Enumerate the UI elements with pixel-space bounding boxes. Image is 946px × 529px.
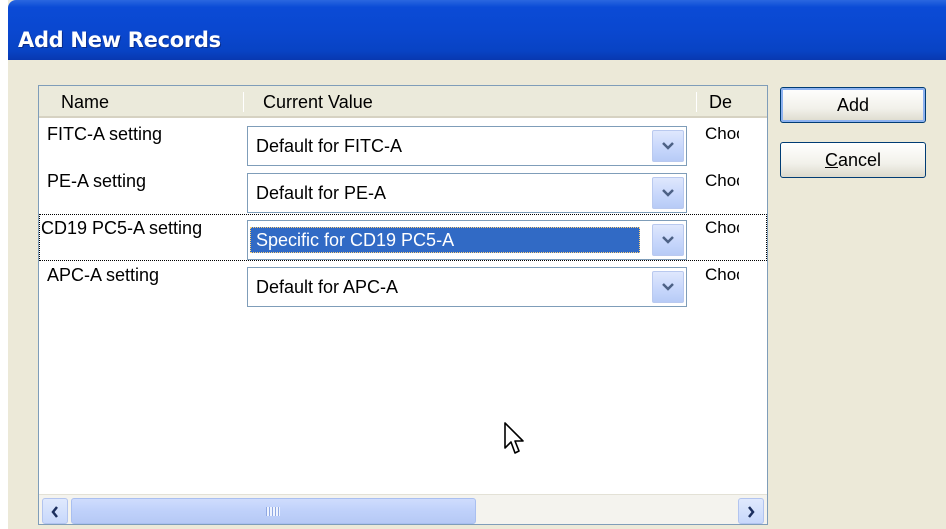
list-item-selected[interactable]: CD19 PC5-A setting Specific for CD19 PC5… [39,214,767,261]
list-item[interactable]: APC-A setting Default for APC-A Choo [39,261,767,308]
horizontal-scrollbar[interactable] [39,494,767,524]
arrow-left-icon [51,506,58,518]
cancel-button[interactable]: Cancel [780,142,926,178]
column-header-current-value[interactable]: Current Value [263,86,373,116]
setting-description: Choo [705,265,739,284]
chevron-down-icon [662,236,674,244]
chevron-down-icon [662,142,674,150]
add-button-label: Add [836,95,870,115]
arrow-right-icon [748,506,755,518]
scroll-left-button[interactable] [42,498,68,524]
column-header-name[interactable]: Name [61,86,109,116]
column-divider[interactable] [243,92,244,112]
list-item[interactable]: FITC-A setting Default for FITC-A Choo [39,120,767,167]
scroll-right-button[interactable] [738,498,764,524]
mouse-cursor-icon [504,422,524,454]
setting-name: CD19 PC5-A setting [41,218,203,238]
cancel-mnemonic: C [824,150,838,170]
setting-name: PE-A setting [47,171,147,191]
value-dropdown[interactable]: Default for APC-A [247,267,687,307]
grip-icon [266,507,280,516]
dropdown-value: Specific for CD19 PC5-A [250,227,640,253]
chevron-down-icon [662,189,674,197]
scrollbar-thumb[interactable] [71,498,476,524]
setting-name: FITC-A setting [47,124,163,144]
value-dropdown[interactable]: Default for PE-A [247,173,687,213]
dropdown-value: Default for FITC-A [256,136,403,156]
setting-name: APC-A setting [47,265,160,285]
window-title: Add New Records [18,28,221,52]
add-records-dialog: Add New Records Name Current Value De FI… [8,0,946,529]
cancel-button-label: ancel [837,150,882,170]
add-button[interactable]: Add [780,87,926,123]
dropdown-button[interactable] [652,271,684,303]
value-dropdown[interactable]: Default for FITC-A [247,126,687,166]
list-header: Name Current Value De [39,86,767,118]
dropdown-value: Default for APC-A [256,277,399,297]
dropdown-value: Default for PE-A [256,183,387,203]
column-divider[interactable] [696,92,697,112]
setting-description: Choo [705,218,739,237]
title-bar[interactable]: Add New Records [8,0,946,60]
column-header-description[interactable]: De [709,86,741,116]
chevron-down-icon [662,283,674,291]
setting-description: Choo [705,171,739,190]
records-list[interactable]: Name Current Value De FITC-A setting Def… [38,85,768,525]
dropdown-button[interactable] [652,177,684,209]
setting-description: Choo [705,124,739,143]
value-dropdown[interactable]: Specific for CD19 PC5-A [247,220,687,260]
list-item[interactable]: PE-A setting Default for PE-A Choo [39,167,767,214]
dropdown-button[interactable] [652,224,684,256]
dropdown-button[interactable] [652,130,684,162]
